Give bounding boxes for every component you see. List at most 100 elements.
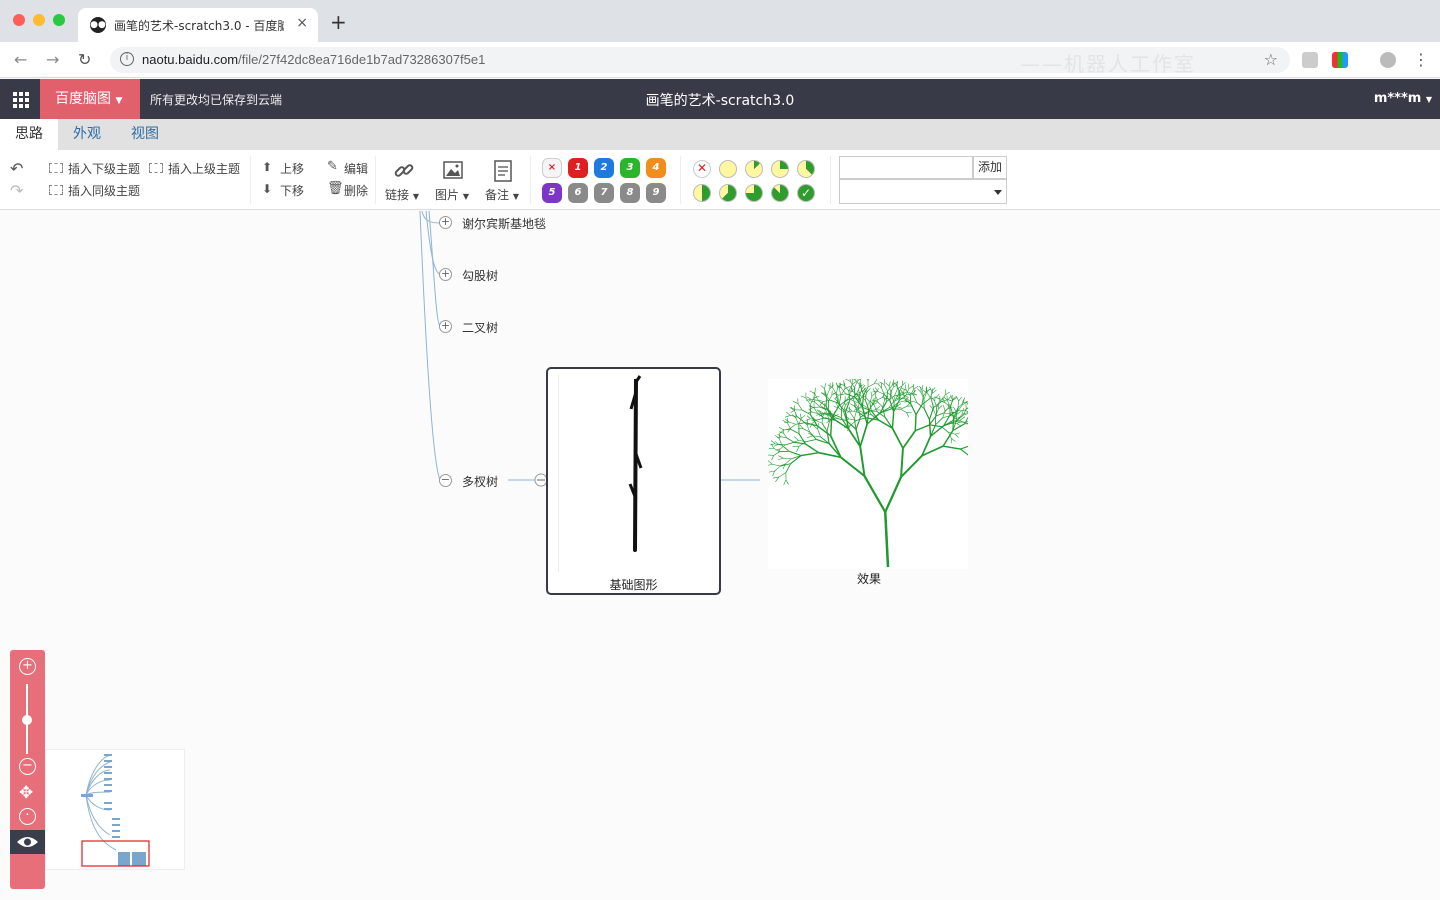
progress-3-icon[interactable] bbox=[797, 160, 815, 178]
priority-7-button[interactable]: 7 bbox=[594, 183, 614, 203]
priority-1-button[interactable]: 1 bbox=[568, 158, 588, 178]
mindmap-node[interactable]: 勾股树 bbox=[462, 267, 498, 284]
priority-3-button[interactable]: 3 bbox=[620, 158, 640, 178]
browser-menu-icon[interactable]: ⋮ bbox=[1413, 50, 1429, 69]
image-button[interactable]: 图片 ▼ bbox=[435, 186, 469, 203]
tag-input[interactable] bbox=[839, 156, 973, 179]
bookmark-star-icon[interactable]: ☆ bbox=[1264, 50, 1278, 69]
priority-4-button[interactable]: 4 bbox=[646, 158, 666, 178]
priority-8-button[interactable]: 8 bbox=[620, 183, 640, 203]
selected-image-node[interactable]: 基础图形 bbox=[546, 367, 721, 595]
mindmap-node[interactable]: 多杈树 bbox=[462, 473, 498, 490]
brand-menu-button[interactable]: 百度脑图 ▼ bbox=[40, 79, 140, 119]
expand-node-icon[interactable]: + bbox=[439, 320, 452, 333]
mindmap-node[interactable]: 谢尔宾斯基地毯 bbox=[462, 215, 546, 232]
tree-branch bbox=[805, 418, 811, 421]
tree-branch bbox=[789, 450, 802, 457]
locate-center-icon[interactable]: · bbox=[19, 808, 36, 825]
extension-color-icon[interactable] bbox=[1332, 52, 1348, 68]
tab-view[interactable]: 视图 bbox=[116, 119, 174, 150]
progress-6-icon[interactable] bbox=[745, 184, 763, 202]
window-minimize-button[interactable] bbox=[33, 14, 45, 26]
back-arrow-icon[interactable]: ← bbox=[14, 50, 27, 69]
priority-5-button[interactable]: 5 bbox=[542, 183, 562, 203]
document-title[interactable]: 画笔的艺术-scratch3.0 bbox=[646, 93, 795, 109]
tree-branch bbox=[772, 463, 781, 467]
priority-2-button[interactable]: 2 bbox=[594, 158, 614, 178]
user-menu[interactable]: m***m ▼ bbox=[1374, 91, 1432, 106]
insert-parent-button[interactable]: 插入上级主题 bbox=[168, 160, 240, 177]
reload-icon[interactable]: ↻ bbox=[78, 50, 91, 69]
tree-branch bbox=[896, 380, 898, 386]
info-icon[interactable]: i bbox=[120, 52, 134, 66]
delete-button[interactable]: 删除 bbox=[344, 182, 368, 199]
url-text[interactable]: naotu.baidu.com/file/27f42dc8ea716de1b7a… bbox=[142, 52, 485, 67]
tree-branch bbox=[913, 395, 918, 403]
progress-0-icon[interactable] bbox=[719, 160, 737, 178]
mindmap-node[interactable]: 二叉树 bbox=[462, 319, 498, 336]
tree-branch bbox=[853, 387, 856, 398]
tab-idea[interactable]: 思路 bbox=[0, 119, 58, 150]
progress-remove-icon[interactable]: ✕ bbox=[693, 160, 711, 178]
move-cross-icon[interactable]: ✥ bbox=[19, 783, 33, 803]
move-up-button[interactable]: 上移 bbox=[280, 160, 304, 177]
tree-branch bbox=[867, 383, 875, 388]
profile-icon[interactable] bbox=[1380, 52, 1396, 68]
expand-node-icon[interactable]: + bbox=[439, 216, 452, 229]
progress-2-icon[interactable] bbox=[771, 160, 789, 178]
effect-image-node[interactable] bbox=[766, 374, 995, 569]
window-close-button[interactable] bbox=[13, 14, 25, 26]
undo-icon[interactable]: ↶ bbox=[10, 159, 23, 178]
note-button[interactable]: 备注 ▼ bbox=[485, 186, 519, 203]
apps-grid-icon[interactable] bbox=[0, 79, 40, 119]
tree-branch bbox=[956, 396, 959, 402]
zoom-slider-handle[interactable] bbox=[22, 715, 32, 725]
insert-sibling-button[interactable]: 插入同级主题 bbox=[68, 182, 140, 199]
new-tab-button[interactable]: + bbox=[330, 12, 347, 32]
progress-done-icon[interactable]: ✓ bbox=[797, 184, 815, 202]
edit-button[interactable]: 编辑 bbox=[344, 160, 368, 177]
tree-branch bbox=[806, 439, 817, 443]
priority-9-button[interactable]: 9 bbox=[646, 183, 666, 203]
url-field[interactable]: i naotu.baidu.com/file/27f42dc8ea716de1b… bbox=[110, 47, 1290, 76]
tag-select[interactable] bbox=[839, 179, 1007, 204]
tree-branch bbox=[889, 392, 892, 401]
save-status: 所有更改均已保存到云端 bbox=[150, 93, 283, 107]
progress-5-icon[interactable] bbox=[719, 184, 737, 202]
link-button[interactable]: 链接 ▼ bbox=[385, 186, 419, 203]
tree-branch bbox=[930, 391, 933, 399]
tree-branch bbox=[849, 412, 855, 419]
note-icon[interactable] bbox=[493, 160, 513, 182]
close-tab-icon[interactable]: × bbox=[296, 15, 308, 31]
image-icon[interactable] bbox=[443, 160, 463, 180]
tree-branch bbox=[938, 404, 943, 410]
priority-remove-button[interactable]: × bbox=[542, 158, 562, 178]
progress-1-icon[interactable] bbox=[745, 160, 763, 178]
extension-icon[interactable] bbox=[1302, 52, 1318, 68]
insert-child-button[interactable]: 插入下级主题 bbox=[68, 160, 140, 177]
link-icon[interactable] bbox=[393, 160, 415, 182]
priority-6-button[interactable]: 6 bbox=[568, 183, 588, 203]
expand-node-icon[interactable]: + bbox=[439, 268, 452, 281]
collapse-node-icon[interactable]: − bbox=[439, 474, 452, 487]
browser-tab[interactable]: ●● 画笔的艺术-scratch3.0 - 百度脑图 × bbox=[78, 8, 318, 42]
minimap[interactable] bbox=[45, 749, 185, 870]
mindmap-canvas[interactable]: + 谢尔宾斯基地毯 + 勾股树 + 二叉树 − 多杈树 基础图形 效果 bbox=[0, 211, 1440, 900]
tree-branch bbox=[901, 387, 907, 391]
zoom-in-icon[interactable]: + bbox=[19, 658, 36, 675]
tab-appearance[interactable]: 外观 bbox=[58, 119, 116, 150]
zoom-out-icon[interactable]: − bbox=[19, 758, 36, 775]
tree-branch bbox=[836, 387, 839, 394]
forward-arrow-icon[interactable]: → bbox=[46, 50, 59, 69]
tree-branch bbox=[767, 459, 773, 465]
tree-branch bbox=[834, 398, 839, 403]
redo-icon[interactable]: ↷ bbox=[10, 181, 23, 200]
progress-7-icon[interactable] bbox=[771, 184, 789, 202]
fractal-tree-image bbox=[766, 374, 995, 568]
progress-4-icon[interactable] bbox=[693, 184, 711, 202]
tree-branch bbox=[856, 417, 867, 421]
window-zoom-button[interactable] bbox=[53, 14, 65, 26]
navigator-toggle[interactable] bbox=[10, 830, 45, 854]
move-down-button[interactable]: 下移 bbox=[280, 182, 304, 199]
tag-add-button[interactable]: 添加 bbox=[973, 156, 1007, 179]
